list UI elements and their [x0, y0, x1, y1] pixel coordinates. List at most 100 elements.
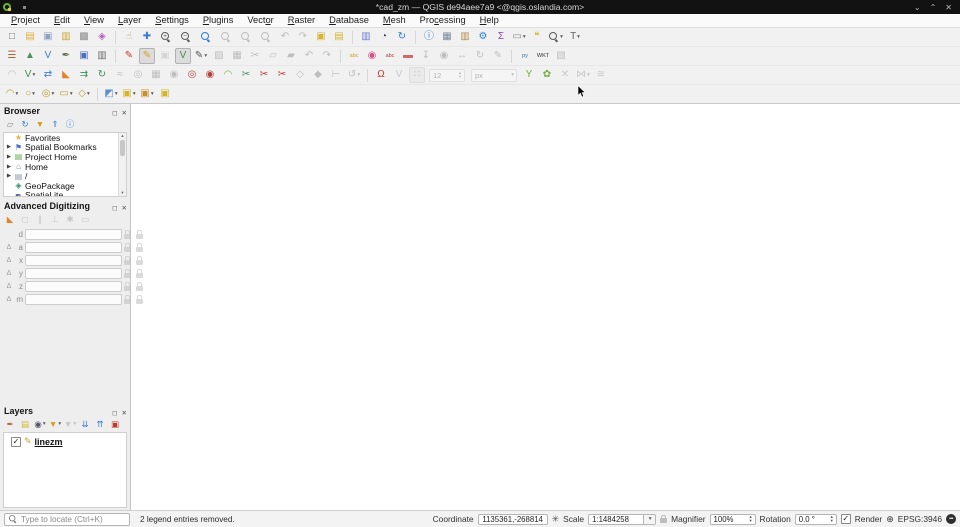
add-selected-layers[interactable]: ▱ — [4, 118, 16, 130]
expand-arrow-icon[interactable]: ▶ — [6, 164, 12, 170]
split-parts[interactable]: ✂ — [256, 67, 272, 83]
add-circular-arc-dropdown-icon[interactable]: ▾ — [15, 91, 18, 97]
browser-item-favorites[interactable]: ★Favorites — [4, 133, 126, 143]
add-group[interactable]: ▤ — [19, 418, 31, 430]
select-features-dropdown-icon[interactable]: ▾ — [115, 91, 118, 97]
diagram-options[interactable]: ▬ — [400, 48, 416, 64]
add-rectangle-dropdown-icon[interactable]: ▾ — [70, 91, 73, 97]
measure-dropdown-icon[interactable]: ▾ — [523, 34, 526, 40]
close-panel-button[interactable]: ✕ — [122, 410, 127, 417]
add-regular-polygon-dropdown-icon[interactable]: ▾ — [87, 91, 90, 97]
new-project[interactable]: □ — [4, 29, 20, 45]
offset-curve[interactable]: ◠ — [220, 67, 236, 83]
pan-to-selection[interactable]: ✚ — [139, 29, 155, 45]
close-button[interactable]: ✕ — [945, 3, 952, 12]
layer-visibility-checkbox[interactable]: ✓ — [11, 437, 21, 447]
close-panel-button[interactable]: ✕ — [122, 205, 127, 212]
scroll-up-icon[interactable]: ▲ — [119, 133, 126, 139]
python-console[interactable]: py — [517, 48, 533, 64]
expand-all-layers[interactable]: ⇊ — [79, 418, 91, 430]
zoom-out[interactable]: − — [177, 29, 195, 45]
menu-processing[interactable]: Processing — [413, 14, 473, 27]
text-annotation[interactable]: T▾ — [567, 29, 583, 45]
new-virtual-layer[interactable]: ▥ — [94, 48, 110, 64]
new-print-layout[interactable]: ▥ — [58, 29, 74, 45]
menu-mesh[interactable]: Mesh — [376, 14, 413, 27]
new-memory-layer[interactable]: ▣ — [76, 48, 92, 64]
vertex-tool[interactable]: ✎▾ — [193, 48, 209, 64]
properties-widget[interactable]: ⓘ — [64, 118, 76, 130]
filter-legend-dropdown-icon[interactable]: ▾ — [58, 421, 61, 427]
reshape-features[interactable]: ✂ — [238, 67, 254, 83]
new-spatialite-layer[interactable]: ✒ — [58, 48, 74, 64]
refresh-map[interactable]: ↻ — [394, 29, 410, 45]
vertex-tool-dropdown-icon[interactable]: ▾ — [204, 53, 207, 59]
shade-button[interactable]: ⌄ — [914, 3, 921, 12]
select-features[interactable]: ◩▾ — [103, 86, 119, 102]
map-canvas[interactable] — [131, 104, 960, 510]
delete-ring[interactable]: ◎ — [184, 67, 200, 83]
cad-construction[interactable]: ◣ — [58, 67, 74, 83]
labeling-options[interactable]: abc — [382, 48, 398, 64]
new-shapefile-layer[interactable]: V — [40, 48, 56, 64]
menu-raster[interactable]: Raster — [281, 14, 322, 27]
copy-move-feature[interactable]: ⇉ — [76, 67, 92, 83]
toggle-editing[interactable]: ✎ — [139, 48, 155, 64]
enable-snapping[interactable]: Ω — [373, 67, 389, 83]
browser-item-home[interactable]: ▶⌂Home — [4, 162, 126, 172]
float-panel-button[interactable]: ◻ — [112, 410, 117, 417]
layer-item-linezm[interactable]: ✓ ✎ linezm — [4, 433, 126, 447]
move-feature[interactable]: ⇄ — [40, 67, 56, 83]
collapse-all[interactable]: ⇑ — [49, 118, 61, 130]
add-line-feature[interactable]: V — [175, 48, 191, 64]
topological-editing[interactable]: Y — [521, 67, 537, 83]
temporal-controller[interactable]: ◔ — [376, 29, 392, 45]
menu-plugins[interactable]: Plugins — [196, 14, 241, 27]
new-spatial-bookmark[interactable]: ▣ — [313, 29, 329, 45]
scroll-down-icon[interactable]: ▼ — [119, 190, 126, 196]
scrollbar-thumb[interactable] — [120, 140, 125, 156]
expand-arrow-icon[interactable]: ▶ — [6, 173, 12, 179]
menu-settings[interactable]: Settings — [148, 14, 196, 27]
rotate-feature[interactable]: ↻ — [94, 67, 110, 83]
menu-edit[interactable]: Edit — [47, 14, 77, 27]
select-by-location[interactable]: ▣ — [157, 86, 173, 102]
scale-lock-icon[interactable] — [660, 518, 667, 523]
open-project[interactable]: ▤ — [22, 29, 38, 45]
add-ellipse[interactable]: ◎▾ — [40, 86, 56, 102]
float-panel-button[interactable]: ◻ — [112, 110, 117, 117]
add-circular-arc[interactable]: ◠▾ — [4, 86, 20, 102]
browser-item-spatial-bookmarks[interactable]: ▶⚑Spatial Bookmarks — [4, 143, 126, 153]
select-by-value[interactable]: ▣▾ — [121, 86, 137, 102]
maximize-button[interactable]: ⌃ — [930, 3, 937, 12]
add-ellipse-dropdown-icon[interactable]: ▾ — [51, 91, 54, 97]
menu-vector[interactable]: Vector — [240, 14, 280, 27]
menu-database[interactable]: Database — [322, 14, 376, 27]
show-statistics[interactable]: Σ — [493, 29, 509, 45]
open-layer-styling[interactable]: ✒ — [4, 418, 16, 430]
wkt-plugin[interactable]: WKT — [535, 48, 551, 64]
text-annotation-dropdown-icon[interactable]: ▾ — [577, 34, 580, 40]
browser-item-spatialite[interactable]: ✒SpatiaLite — [4, 191, 126, 197]
layout-manager[interactable]: ▩ — [76, 29, 92, 45]
layer-labeling[interactable]: abc — [346, 48, 362, 64]
manage-map-themes[interactable]: ◉▾ — [34, 418, 46, 430]
menu-help[interactable]: Help — [473, 14, 506, 27]
bookmark-manager[interactable]: ▥ — [358, 29, 374, 45]
add-feature-shape[interactable]: V▾ — [22, 67, 38, 83]
field-calculator[interactable]: ▥ — [457, 29, 473, 45]
menu-layer[interactable]: Layer — [111, 14, 148, 27]
delete-part[interactable]: ◉ — [202, 67, 218, 83]
open-attribute-table[interactable]: ▦ — [439, 29, 455, 45]
layer-diagram[interactable]: ◉ — [364, 48, 380, 64]
add-circle-dropdown-icon[interactable]: ▾ — [32, 91, 35, 97]
zoom-in[interactable]: + — [157, 29, 175, 45]
search-zoom[interactable]: ▾ — [547, 29, 565, 45]
enable-cad[interactable]: ◣ — [4, 213, 16, 225]
style-manager[interactable]: ◈ — [94, 29, 110, 45]
filter-browser[interactable]: ▼ — [34, 118, 46, 130]
expand-arrow-icon[interactable]: ▶ — [6, 144, 12, 150]
close-panel-button[interactable]: ✕ — [122, 110, 127, 117]
pan-map[interactable]: ☝ — [121, 29, 137, 45]
deselect-features[interactable]: ▣▾ — [139, 86, 155, 102]
